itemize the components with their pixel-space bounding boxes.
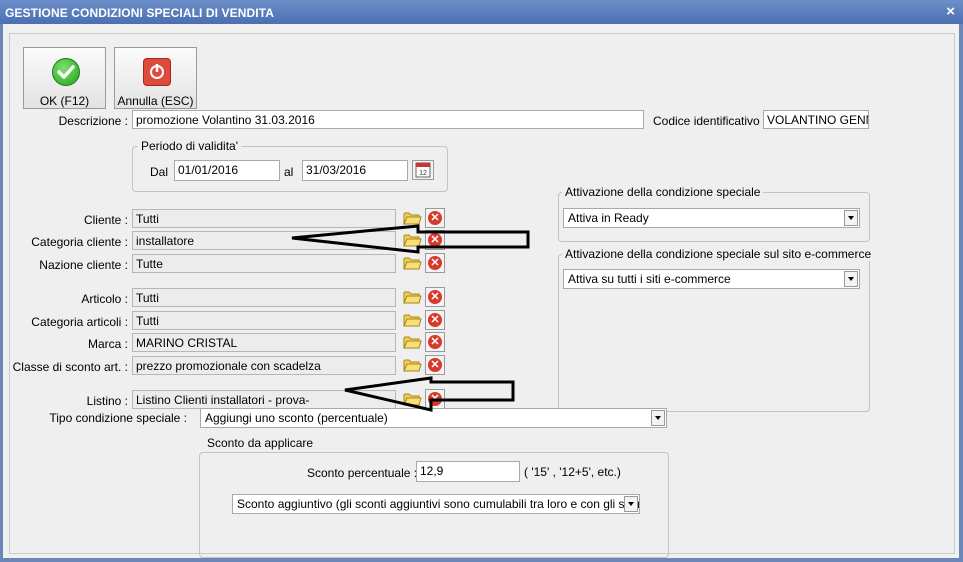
sconto-hint: ( '15' , '12+5', etc.) [524,465,621,479]
delete-glyph: ✕ [428,290,442,304]
codice-label: Codice identificativo : [653,114,767,128]
close-icon[interactable]: × [946,3,955,20]
tipo-label: Tipo condizione speciale : [49,411,187,425]
attivazione-select[interactable]: Attiva in Ready [563,208,860,228]
delete-icon[interactable]: ✕ [425,310,445,330]
check-icon [52,58,80,86]
periodo-title: Periodo di validita' [138,139,242,153]
window-title: GESTIONE CONDIZIONI SPECIALI DI VENDITA [5,6,275,20]
dal-input[interactable]: 01/01/2016 [174,160,280,181]
descrizione-label: Descrizione : [58,114,128,128]
classe-sconto-field[interactable]: prezzo promozionale con scadelza [132,356,396,375]
sconto-tipo-value: Sconto aggiuntivo (gli sconti aggiuntivi… [237,497,640,511]
delete-glyph: ✕ [428,358,442,372]
al-input[interactable]: 31/03/2016 [302,160,408,181]
cancel-button[interactable]: Annulla (ESC) [114,47,197,109]
stop-icon [143,58,171,86]
folder-icon[interactable] [402,287,422,307]
cliente-label: Cliente : [83,213,128,227]
chevron-down-icon[interactable] [624,496,638,512]
nazione-cliente-label: Nazione cliente : [39,258,128,272]
attivazione-sito-value: Attiva su tutti i siti e-commerce [568,272,731,286]
main-panel: OK (F12) Annulla (ESC) Descrizione : pro… [9,33,955,558]
categoria-articoli-field[interactable]: Tutti [132,311,396,330]
annotation-arrow-categoria [291,224,530,254]
folder-icon[interactable] [402,310,422,330]
ok-button-label: OK (F12) [39,94,90,108]
delete-glyph: ✕ [428,313,442,327]
articolo-label: Articolo : [81,292,128,306]
attivazione-sito-select[interactable]: Attiva su tutti i siti e-commerce [563,269,860,289]
calendar-icon: 12 [415,162,431,178]
sconto-percentuale-input[interactable]: 12,9 [416,461,520,482]
chevron-down-icon[interactable] [844,210,858,226]
annotation-arrow-listino [344,376,515,412]
delete-glyph: ✕ [428,256,442,270]
folder-icon[interactable] [402,355,422,375]
descrizione-input[interactable]: promozione Volantino 31.03.2016 [132,110,644,129]
marca-label: Marca : [87,337,128,351]
delete-glyph: ✕ [428,335,442,349]
sconto-tipo-select[interactable]: Sconto aggiuntivo (gli sconti aggiuntivi… [232,494,640,514]
dialog-body: OK (F12) Annulla (ESC) Descrizione : pro… [3,24,959,558]
codice-input[interactable]: VOLANTINO GENNAI [763,110,869,129]
cancel-button-label: Annulla (ESC) [117,94,194,108]
al-label: al [284,165,294,179]
sconto-title: Sconto da applicare [204,436,317,450]
delete-icon[interactable]: ✕ [425,355,445,375]
dal-label: Dal [150,165,169,179]
delete-icon[interactable]: ✕ [425,332,445,352]
folder-icon[interactable] [402,332,422,352]
articolo-field[interactable]: Tutti [132,288,396,307]
categoria-articoli-label: Categoria articoli : [31,315,128,329]
attivazione-sito-title: Attivazione della condizione speciale su… [562,247,875,261]
chevron-down-icon[interactable] [651,410,665,426]
classe-sconto-label: Classe di sconto art. : [12,360,128,374]
marca-field[interactable]: MARINO CRISTAL [132,333,396,352]
delete-icon[interactable]: ✕ [425,287,445,307]
sconto-percentuale-label: Sconto percentuale : [307,466,418,480]
ok-button[interactable]: OK (F12) [23,47,106,109]
svg-text:12: 12 [419,170,427,177]
listino-label: Listino : [86,394,128,408]
categoria-cliente-label: Categoria cliente : [31,235,128,249]
title-bar: GESTIONE CONDIZIONI SPECIALI DI VENDITA … [0,0,963,24]
attivazione-title: Attivazione della condizione speciale [562,185,764,199]
calendar-button[interactable]: 12 [412,160,434,180]
chevron-down-icon[interactable] [844,271,858,287]
attivazione-value: Attiva in Ready [568,211,649,225]
